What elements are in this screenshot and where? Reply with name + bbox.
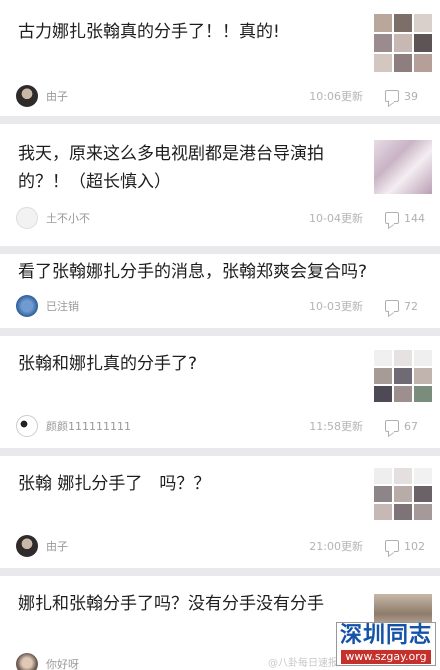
avatar[interactable] bbox=[16, 207, 38, 229]
author-name[interactable]: 你好呀 bbox=[46, 656, 79, 670]
update-time: 10-03更新 bbox=[309, 300, 363, 313]
feed-card-4[interactable]: 张翰和娜扎真的分手了? 颜颜111111111 11:58更新 67 bbox=[0, 336, 440, 448]
comment-icon bbox=[385, 90, 399, 102]
author-name[interactable]: 土不小不 bbox=[46, 210, 90, 226]
post-title[interactable]: 张翰 娜扎分手了 吗？？ bbox=[18, 470, 210, 498]
author-name[interactable]: 由子 bbox=[46, 538, 68, 554]
update-time: 10:06更新 bbox=[309, 90, 363, 103]
comment-icon bbox=[385, 540, 399, 552]
site-logo-url: www.szgay.org bbox=[341, 650, 431, 664]
author-name[interactable]: 由子 bbox=[46, 88, 68, 104]
post-meta: 由子 21:00更新 102 bbox=[16, 534, 432, 558]
feed-card-2[interactable]: 我天，原来这么多电视剧都是港台导演拍 的？！（超长慎入） 土不小不 10-04更… bbox=[0, 124, 440, 246]
comment-count: 72 bbox=[404, 299, 418, 313]
post-meta: 土不小不 10-04更新 144 bbox=[16, 206, 432, 230]
post-meta: 你好呀 bbox=[16, 652, 266, 670]
update-time: 11:58更新 bbox=[309, 420, 363, 433]
post-meta: 由子 10:06更新 39 bbox=[16, 84, 432, 108]
feed-card-5[interactable]: 张翰 娜扎分手了 吗？？ 由子 21:00更新 102 bbox=[0, 456, 440, 568]
comment-icon bbox=[385, 212, 399, 224]
site-logo: 深圳同志 www.szgay.org bbox=[336, 622, 436, 666]
comment-icon bbox=[385, 300, 399, 312]
post-title[interactable]: 娜扎和张翰分手了吗？没有分手没有分手 bbox=[18, 590, 324, 618]
avatar[interactable] bbox=[16, 535, 38, 557]
post-thumbnail[interactable] bbox=[374, 14, 432, 72]
feed-card-1[interactable]: 古力娜扎张翰真的分手了！！真的! 由子 10:06更新 39 bbox=[0, 0, 440, 116]
feed-card-3[interactable]: 看了张翰娜扎分手的消息，张翰郑爽会复合吗? 已注销 10-03更新 72 bbox=[0, 254, 440, 328]
avatar[interactable] bbox=[16, 415, 38, 437]
comment-count: 67 bbox=[404, 419, 418, 433]
post-thumbnail[interactable] bbox=[374, 350, 432, 402]
comment-count: 144 bbox=[404, 211, 425, 225]
post-title[interactable]: 我天，原来这么多电视剧都是港台导演拍 的？！（超长慎入） bbox=[18, 140, 324, 196]
comment-icon bbox=[385, 420, 399, 432]
update-time: 10-04更新 bbox=[309, 212, 363, 225]
post-title[interactable]: 看了张翰娜扎分手的消息，张翰郑爽会复合吗? bbox=[18, 258, 367, 286]
avatar[interactable] bbox=[16, 85, 38, 107]
update-time: 21:00更新 bbox=[309, 540, 363, 553]
post-thumbnail[interactable] bbox=[374, 468, 432, 520]
author-name[interactable]: 颜颜111111111 bbox=[46, 418, 131, 434]
comment-count: 39 bbox=[404, 89, 418, 103]
weibo-watermark: @八卦每日速报 bbox=[268, 658, 338, 669]
author-name[interactable]: 已注销 bbox=[46, 298, 79, 314]
comment-count: 102 bbox=[404, 539, 425, 553]
post-title[interactable]: 古力娜扎张翰真的分手了！！真的! bbox=[18, 18, 280, 46]
post-thumbnail[interactable] bbox=[374, 140, 432, 194]
site-logo-name: 深圳同志 bbox=[339, 623, 432, 648]
post-title[interactable]: 张翰和娜扎真的分手了? bbox=[18, 350, 197, 378]
post-meta: 已注销 10-03更新 72 bbox=[16, 294, 432, 318]
avatar[interactable] bbox=[16, 653, 38, 670]
avatar[interactable] bbox=[16, 295, 38, 317]
post-meta: 颜颜111111111 11:58更新 67 bbox=[16, 414, 432, 438]
